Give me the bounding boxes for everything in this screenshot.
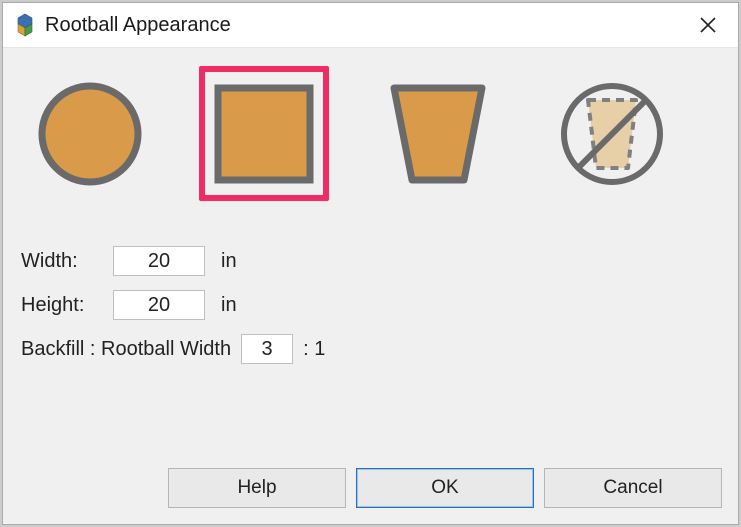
none-icon: [558, 80, 666, 188]
ratio-suffix: : 1: [303, 338, 325, 361]
height-input[interactable]: [113, 290, 205, 320]
tapered-icon: [384, 80, 492, 188]
shape-circle-option[interactable]: [25, 66, 155, 201]
ok-button[interactable]: OK: [356, 468, 534, 508]
ratio-label: Backfill : Rootball Width: [21, 338, 231, 361]
help-button[interactable]: Help: [168, 468, 346, 508]
square-icon: [210, 80, 318, 188]
close-button[interactable]: [686, 3, 730, 47]
dialog-body: Width: in Height: in Backfill : Rootball…: [3, 47, 738, 524]
shape-options-row: [17, 66, 724, 201]
height-unit: in: [221, 294, 237, 317]
app-icon: [13, 13, 37, 37]
shape-tapered-option[interactable]: [373, 66, 503, 201]
width-label: Width:: [21, 250, 113, 273]
shape-square-option[interactable]: [199, 66, 329, 201]
width-unit: in: [221, 250, 237, 273]
width-input[interactable]: [113, 246, 205, 276]
width-row: Width: in: [21, 239, 724, 283]
dialog-window: Rootball Appearance: [2, 2, 739, 525]
height-label: Height:: [21, 294, 113, 317]
close-icon: [699, 16, 717, 34]
dimensions-form: Width: in Height: in Backfill : Rootball…: [17, 239, 724, 371]
height-row: Height: in: [21, 283, 724, 327]
ratio-row: Backfill : Rootball Width : 1: [21, 327, 724, 371]
cancel-button[interactable]: Cancel: [544, 468, 722, 508]
circle-icon: [36, 80, 144, 188]
titlebar: Rootball Appearance: [3, 3, 738, 47]
shape-none-option[interactable]: [547, 66, 677, 201]
ratio-input[interactable]: [241, 334, 293, 364]
dialog-buttons: Help OK Cancel: [17, 468, 724, 510]
window-title: Rootball Appearance: [45, 14, 231, 37]
